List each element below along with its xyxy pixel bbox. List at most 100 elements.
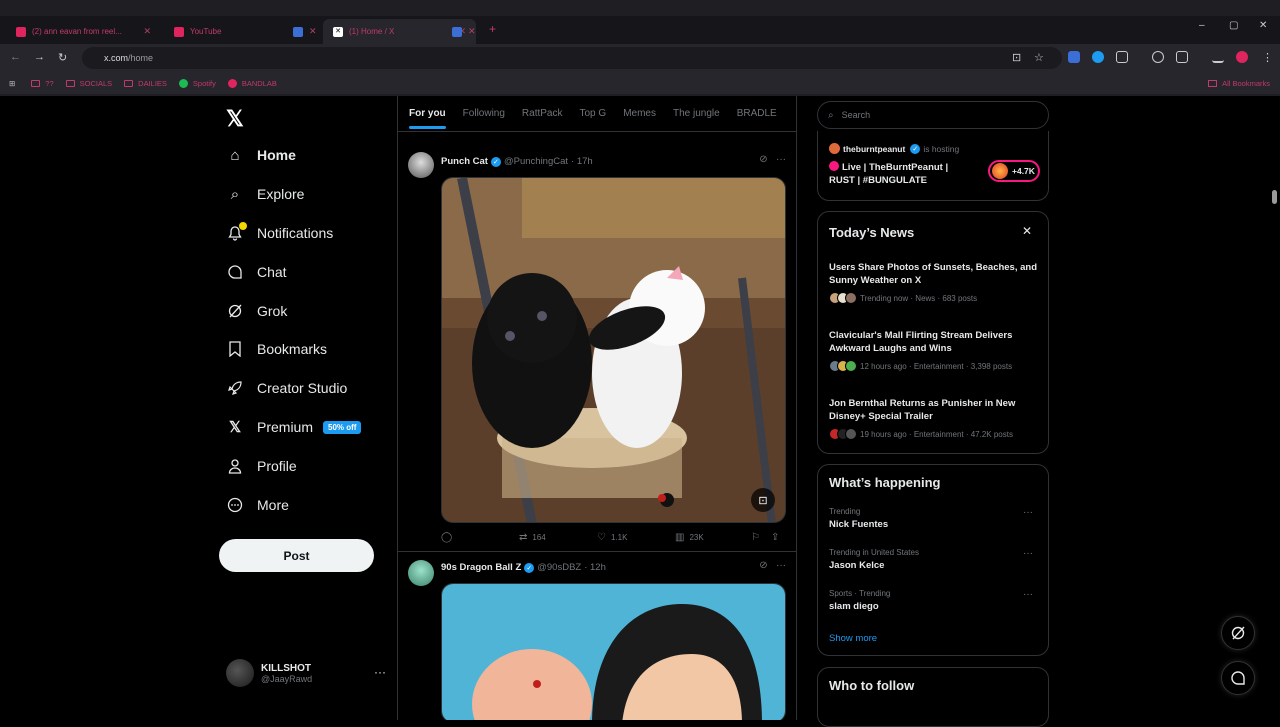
tweet-image[interactable]: ⊡ bbox=[441, 177, 786, 523]
nav-explore[interactable]: ⌕ Explore bbox=[226, 185, 305, 203]
page-scrollbar[interactable] bbox=[1270, 96, 1278, 720]
tab-rattpack[interactable]: RattPack bbox=[522, 108, 563, 119]
author-name[interactable]: 90s Dragon Ball Z bbox=[441, 562, 521, 573]
extension-icon[interactable] bbox=[1068, 51, 1080, 63]
live-space-card[interactable]: theburntpeanut ✓ is hosting Live | TheBu… bbox=[817, 131, 1049, 201]
nav-creator-studio[interactable]: Creator Studio bbox=[226, 379, 347, 397]
author-name[interactable]: Punch Cat bbox=[441, 156, 488, 167]
search-input[interactable]: ⌕ Search bbox=[817, 101, 1049, 129]
trend-item[interactable]: Sports · Trending slam diego ··· bbox=[829, 589, 1041, 612]
extension-icon[interactable] bbox=[1152, 51, 1164, 63]
live-title[interactable]: Live | TheBurntPeanut | RUST | #BUNGULAT… bbox=[829, 161, 969, 187]
news-item[interactable]: Jon Bernthal Returns as Punisher in New … bbox=[829, 397, 1041, 440]
browser-tab-3[interactable]: ✕ bbox=[283, 19, 323, 44]
image-action-icon[interactable]: ⊡ bbox=[751, 488, 775, 512]
more-dots-icon[interactable]: ··· bbox=[1023, 589, 1033, 600]
avatar[interactable] bbox=[408, 152, 434, 178]
who-to-follow-card: Who to follow bbox=[817, 667, 1049, 727]
browser-tab-5[interactable]: ✕ bbox=[442, 19, 482, 44]
profile-avatar-icon[interactable] bbox=[1236, 51, 1248, 63]
extensions-puzzle-icon[interactable] bbox=[1116, 51, 1128, 63]
apps-grid-icon[interactable]: ⊞ bbox=[9, 79, 15, 88]
bookmark-folder[interactable]: SOCIALS bbox=[65, 79, 112, 88]
bookmark-button[interactable]: ⚐ bbox=[751, 532, 771, 543]
tab-close-icon[interactable]: ✕ bbox=[143, 26, 151, 37]
right-sidebar: ⌕ Search theburntpeanut ✓ is hosting Liv… bbox=[816, 96, 1052, 727]
close-icon[interactable]: ✕ bbox=[1022, 224, 1032, 238]
tab-bradle[interactable]: BRADLE bbox=[737, 108, 777, 119]
trend-item[interactable]: Trending in United States Jason Kelce ··… bbox=[829, 548, 1041, 571]
scrollbar-thumb[interactable] bbox=[1272, 190, 1277, 204]
grok-icon[interactable]: ⊘ bbox=[759, 560, 767, 571]
like-button[interactable]: ♡ 1.1K bbox=[597, 532, 675, 543]
grok-fab-button[interactable] bbox=[1221, 616, 1255, 650]
minimize-button[interactable]: – bbox=[1199, 20, 1205, 31]
repost-button[interactable]: ⇄ 164 bbox=[519, 532, 597, 543]
nav-home[interactable]: ⌂ Home bbox=[226, 146, 295, 164]
views-button[interactable]: ▥ 23K bbox=[675, 532, 751, 543]
tab-for-you[interactable]: For you bbox=[409, 108, 446, 129]
account-switcher[interactable]: KILLSHOT @JaayRawd ··· bbox=[226, 659, 386, 687]
more-dots-icon[interactable]: ··· bbox=[1023, 507, 1033, 518]
address-bar[interactable]: x.com/home bbox=[82, 47, 1062, 69]
news-item[interactable]: Users Share Photos of Sunsets, Beaches, … bbox=[829, 261, 1041, 304]
grok-icon[interactable]: ⊘ bbox=[759, 154, 767, 165]
x-logo-icon[interactable]: 𝕏 bbox=[226, 106, 244, 132]
show-more-link[interactable]: Show more bbox=[829, 633, 877, 644]
reload-icon[interactable]: ↻ bbox=[58, 51, 67, 64]
browser-tab-1[interactable]: (2) ann eavan from reel... ✕ bbox=[6, 19, 161, 44]
tab-close-icon[interactable]: ✕ bbox=[468, 26, 476, 37]
bookmark-bandlab[interactable]: BANDLAB bbox=[227, 78, 277, 88]
more-dots-icon[interactable]: ··· bbox=[374, 665, 386, 679]
news-item[interactable]: Clavicular's Mall Flirting Stream Delive… bbox=[829, 329, 1041, 372]
author-handle[interactable]: @PunchingCat bbox=[504, 156, 568, 167]
host-name[interactable]: theburntpeanut bbox=[843, 144, 905, 154]
reply-button[interactable]: ◯ bbox=[441, 532, 519, 543]
close-window-button[interactable]: ✕ bbox=[1259, 20, 1267, 31]
nav-profile[interactable]: Profile bbox=[226, 457, 297, 475]
author-handle[interactable]: @90sDBZ bbox=[537, 562, 581, 573]
share-button[interactable]: ⇪ bbox=[771, 532, 784, 543]
tweet[interactable]: 90s Dragon Ball Z ✓ @90sDBZ · 12h ⊘ ··· bbox=[398, 552, 796, 720]
tweet[interactable]: Punch Cat ✓ @PunchingCat · 17h ⊘ ··· ⊡ ◯… bbox=[398, 140, 796, 552]
nav-more[interactable]: More bbox=[226, 496, 289, 514]
tab-memes[interactable]: Memes bbox=[623, 108, 656, 119]
tweet-time[interactable]: · 12h bbox=[584, 562, 606, 573]
all-bookmarks[interactable]: All Bookmarks bbox=[1208, 79, 1270, 88]
more-dots-icon[interactable]: ··· bbox=[1023, 548, 1033, 559]
install-app-icon[interactable]: ⊡ bbox=[1012, 51, 1021, 64]
live-join-pill[interactable]: +4.7K bbox=[988, 160, 1040, 182]
extension-icon[interactable] bbox=[1176, 51, 1188, 63]
media-control-icon[interactable] bbox=[1212, 51, 1224, 63]
tab-close-icon[interactable]: ✕ bbox=[309, 26, 317, 37]
tweet-time[interactable]: · 17h bbox=[571, 156, 593, 167]
back-icon[interactable]: ← bbox=[10, 51, 21, 63]
star-icon[interactable]: ☆ bbox=[1034, 51, 1044, 64]
avatar[interactable] bbox=[408, 560, 434, 586]
maximize-button[interactable]: ▢ bbox=[1229, 20, 1238, 31]
nav-bookmarks[interactable]: Bookmarks bbox=[226, 340, 327, 358]
tweet-image[interactable] bbox=[441, 583, 786, 720]
trend-item[interactable]: Trending Nick Fuentes ··· bbox=[829, 507, 1041, 530]
nav-chat[interactable]: Chat bbox=[226, 263, 287, 281]
browser-tab-2[interactable]: YouTube bbox=[164, 19, 289, 44]
home-icon: ⌂ bbox=[230, 146, 240, 164]
bookmark-spotify[interactable]: Spotify bbox=[178, 78, 216, 88]
browser-menu-icon[interactable]: ⋮ bbox=[1262, 51, 1273, 64]
new-tab-button[interactable]: + bbox=[489, 22, 496, 36]
extension-icon[interactable] bbox=[1092, 51, 1104, 63]
forward-icon[interactable]: → bbox=[34, 51, 45, 63]
nav-grok[interactable]: Grok bbox=[226, 302, 287, 320]
tab-following[interactable]: Following bbox=[463, 108, 505, 119]
account-name: KILLSHOT bbox=[261, 662, 311, 674]
more-dots-icon[interactable]: ··· bbox=[776, 154, 786, 165]
post-button[interactable]: Post bbox=[219, 539, 374, 572]
tab-the-jungle[interactable]: The jungle bbox=[673, 108, 720, 119]
more-dots-icon[interactable]: ··· bbox=[776, 560, 786, 571]
tab-top-g[interactable]: Top G bbox=[580, 108, 607, 119]
messages-fab-button[interactable] bbox=[1221, 661, 1255, 695]
bookmark-folder[interactable]: ?? bbox=[31, 79, 54, 88]
nav-notifications[interactable]: Notifications bbox=[226, 222, 333, 242]
bookmark-folder[interactable]: DAILIES bbox=[124, 79, 167, 88]
nav-premium[interactable]: 𝕏 Premium 50% off bbox=[226, 418, 362, 436]
